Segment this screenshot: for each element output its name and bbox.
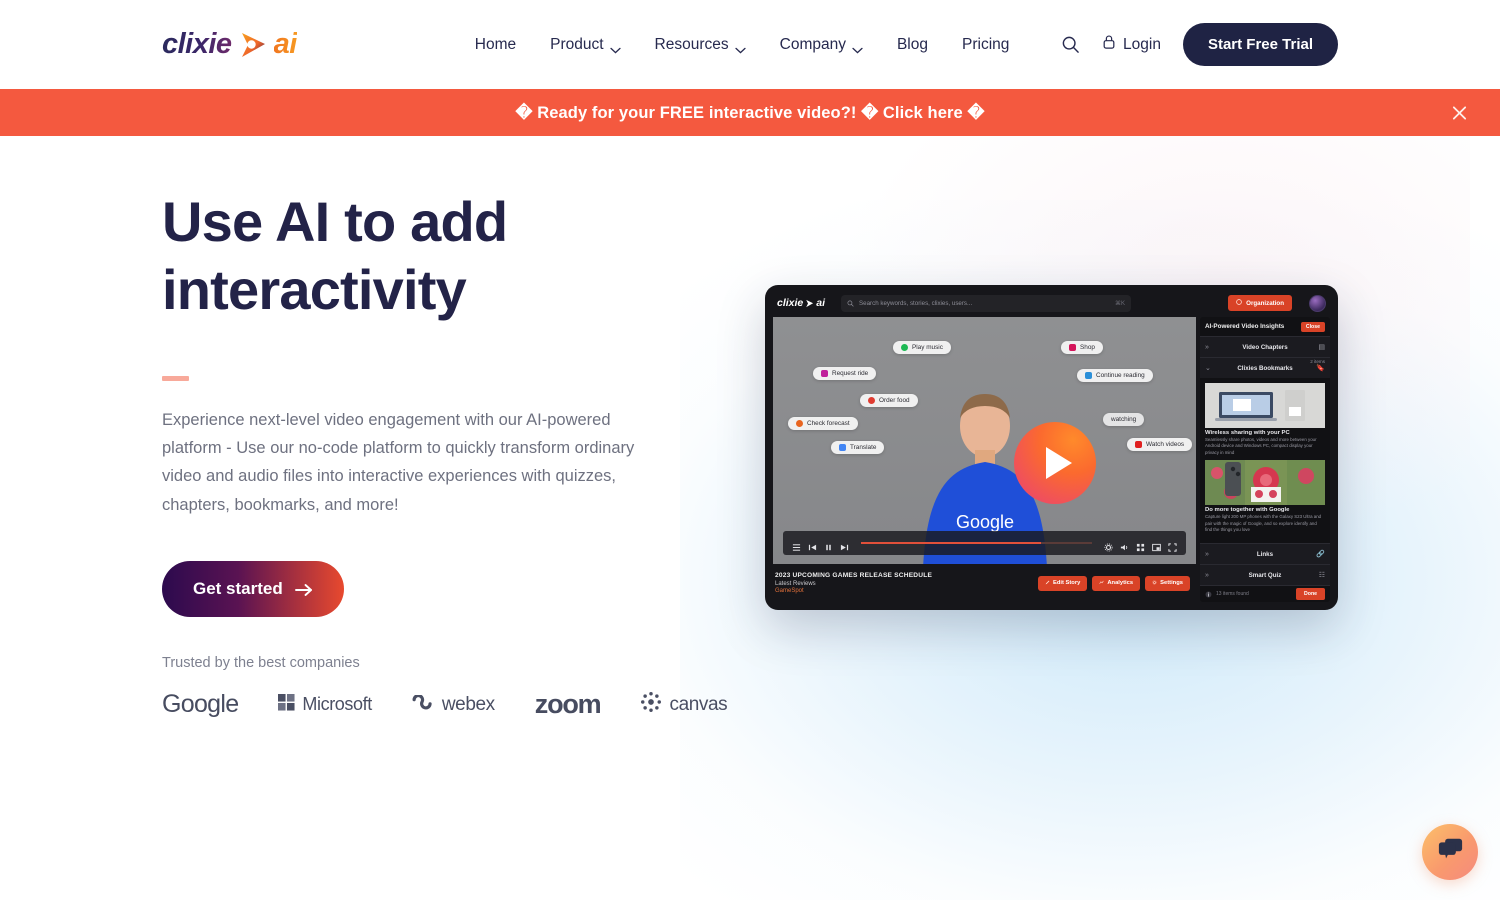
hero-copy: Use AI to add interactivity Experience n…: [162, 188, 728, 720]
chat-widget-button[interactable]: [1422, 824, 1478, 880]
login-label: Login: [1123, 35, 1161, 53]
zoom-logo-text: zoom: [534, 689, 602, 720]
canvas-logo-text: canvas: [669, 693, 728, 715]
nav-label: Pricing: [962, 35, 1010, 53]
trusted-logos: Google Microsoft webex zoom canvas: [162, 689, 728, 720]
get-started-label: Get started: [193, 579, 283, 599]
lock-icon: [1102, 34, 1116, 55]
accent-divider: [162, 375, 189, 381]
webex-logo: webex: [412, 694, 495, 716]
brand-logo-word: clixie: [162, 28, 232, 60]
nav-item-resources[interactable]: Resources: [655, 36, 746, 54]
nav-label: Company: [779, 35, 846, 53]
arrow-right-icon: [294, 582, 313, 597]
nav-item-company[interactable]: Company: [780, 36, 863, 54]
close-icon[interactable]: [1451, 104, 1468, 121]
canvas-logo: canvas: [640, 691, 728, 718]
nav-item-home[interactable]: Home: [475, 36, 516, 54]
webex-icon: [412, 693, 435, 715]
login-link[interactable]: Login: [1102, 34, 1161, 55]
announcement-text[interactable]: � Ready for your FREE interactive video?…: [516, 103, 985, 123]
chevron-down-icon: [852, 41, 863, 54]
webex-logo-text: webex: [441, 693, 495, 715]
nav-item-pricing[interactable]: Pricing: [962, 36, 1009, 54]
microsoft-logo-text: Microsoft: [302, 694, 372, 715]
zoom-logo: zoom: [534, 689, 602, 720]
landing-page: clixie ai Home Product Resources Company…: [0, 0, 1500, 900]
main-navigation: Home Product Resources Company Blog Pric…: [475, 35, 1009, 54]
nav-item-product[interactable]: Product: [550, 35, 621, 54]
chat-bubbles-icon: [1437, 837, 1464, 867]
chevron-down-icon: [734, 41, 746, 54]
start-free-trial-button[interactable]: Start Free Trial: [1182, 23, 1338, 66]
hero-section: Use AI to add interactivity Experience n…: [0, 136, 1500, 720]
nav-label: Resources: [654, 35, 729, 53]
trusted-label: Trusted by the best companies: [162, 655, 360, 672]
site-header: clixie ai Home Product Resources Company…: [0, 0, 1500, 89]
canvas-icon: [640, 691, 662, 718]
google-logo: Google: [162, 690, 239, 719]
brand-logo-suffix: ai: [273, 28, 298, 60]
microsoft-logo: Microsoft: [278, 693, 372, 716]
brand-logo[interactable]: clixie ai: [162, 28, 297, 61]
header-actions: Login Start Free Trial: [1061, 23, 1338, 66]
announcement-banner: � Ready for your FREE interactive video?…: [0, 89, 1500, 136]
play-triangle-icon: [238, 30, 268, 60]
search-icon[interactable]: [1061, 35, 1080, 54]
nav-item-blog[interactable]: Blog: [897, 36, 928, 54]
google-logo-text: Google: [162, 690, 239, 719]
nav-label: Product: [550, 35, 604, 53]
get-started-button[interactable]: Get started: [162, 561, 344, 618]
nav-label: Blog: [896, 35, 928, 53]
page-title: Use AI to add interactivity: [162, 190, 508, 322]
microsoft-grid-icon: [278, 693, 295, 716]
chevron-down-icon: [609, 41, 621, 54]
nav-label: Home: [474, 35, 517, 53]
hero-subtitle: Experience next-level video engagement w…: [162, 410, 635, 514]
